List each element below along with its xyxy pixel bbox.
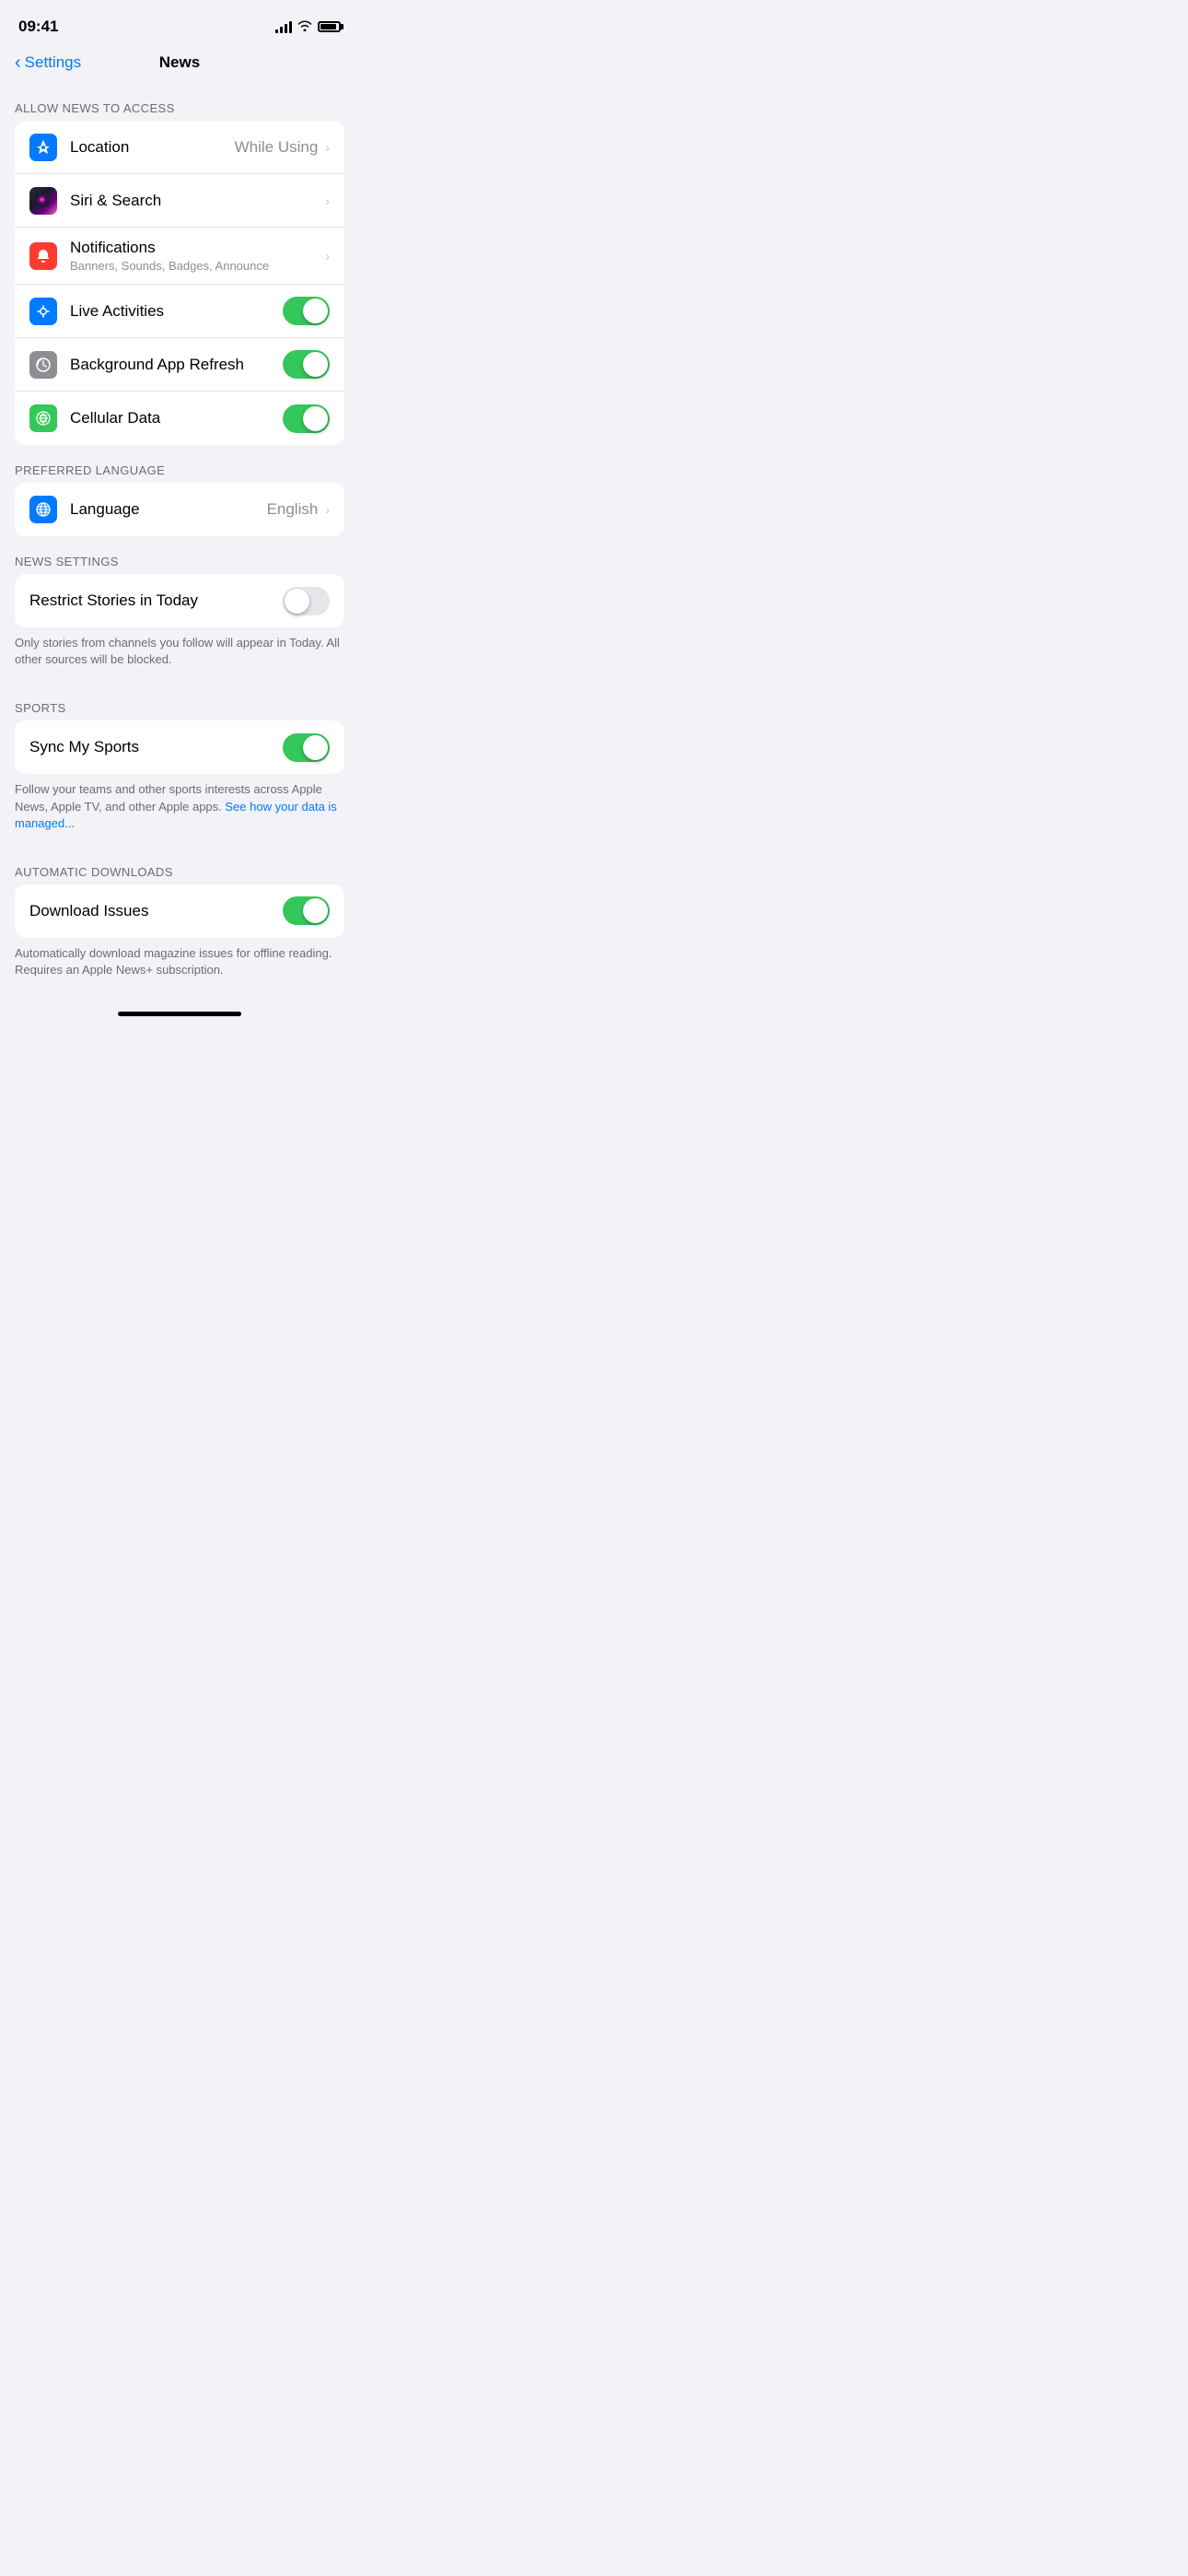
sports-info: Follow your teams and other sports inter… (0, 774, 359, 847)
notifications-right: › (323, 249, 330, 263)
location-title: Location (70, 138, 235, 157)
location-right: While Using › (235, 138, 330, 157)
nav-header: ‹ Settings News (0, 46, 359, 83)
live-activities-icon (29, 298, 57, 325)
cellular-data-toggle[interactable] (283, 404, 330, 433)
location-chevron: › (325, 140, 330, 155)
background-refresh-title: Background App Refresh (70, 356, 283, 374)
language-value: English (267, 500, 319, 519)
status-time: 09:41 (18, 18, 58, 36)
language-group: Language English › (15, 483, 344, 536)
download-issues-content: Download Issues (29, 902, 283, 920)
download-issues-toggle[interactable] (283, 896, 330, 925)
back-chevron-icon: ‹ (15, 53, 21, 72)
status-bar: 09:41 (0, 0, 359, 46)
live-activities-content: Live Activities (70, 302, 283, 321)
notifications-chevron: › (325, 249, 330, 263)
language-content: Language (70, 500, 267, 519)
download-issues-row[interactable]: Download Issues (15, 884, 344, 938)
back-button[interactable]: ‹ Settings (15, 53, 81, 72)
live-activities-toggle[interactable] (283, 297, 330, 325)
location-icon (29, 134, 57, 161)
cellular-data-title: Cellular Data (70, 409, 283, 427)
notifications-title: Notifications (70, 239, 323, 257)
sync-sports-content: Sync My Sports (29, 738, 283, 756)
news-settings-info: Only stories from channels you follow wi… (0, 627, 359, 683)
status-icons (275, 19, 341, 34)
language-right: English › (267, 500, 330, 519)
siri-title: Siri & Search (70, 192, 323, 210)
battery-icon (318, 21, 341, 32)
location-value: While Using (235, 138, 319, 157)
home-bar (118, 1012, 241, 1016)
page-title: News (159, 53, 200, 72)
notifications-row[interactable]: Notifications Banners, Sounds, Badges, A… (15, 228, 344, 285)
cellular-data-icon (29, 404, 57, 432)
restrict-stories-toggle[interactable] (283, 587, 330, 615)
download-issues-title: Download Issues (29, 902, 283, 920)
section-language-header: PREFERRED LANGUAGE (0, 445, 359, 483)
notifications-subtitle: Banners, Sounds, Badges, Announce (70, 259, 323, 273)
location-row[interactable]: Location While Using › (15, 121, 344, 174)
language-title: Language (70, 500, 267, 519)
language-row[interactable]: Language English › (15, 483, 344, 536)
section-news-settings-header: NEWS SETTINGS (0, 536, 359, 574)
sync-sports-row[interactable]: Sync My Sports (15, 720, 344, 774)
sync-sports-toggle[interactable] (283, 733, 330, 762)
allow-access-group: Location While Using › Siri & Search (15, 121, 344, 445)
siri-row[interactable]: Siri & Search › (15, 174, 344, 228)
background-refresh-row[interactable]: Background App Refresh (15, 338, 344, 392)
back-label: Settings (25, 53, 81, 72)
background-refresh-icon (29, 351, 57, 379)
restrict-stories-title: Restrict Stories in Today (29, 591, 283, 610)
restrict-stories-content: Restrict Stories in Today (29, 591, 283, 610)
location-content: Location (70, 138, 235, 157)
siri-right: › (323, 193, 330, 208)
live-activities-row[interactable]: Live Activities (15, 285, 344, 338)
siri-content: Siri & Search (70, 192, 323, 210)
section-downloads-header: AUTOMATIC DOWNLOADS (0, 847, 359, 884)
notifications-content: Notifications Banners, Sounds, Badges, A… (70, 239, 323, 273)
signal-icon (275, 20, 292, 33)
downloads-group: Download Issues (15, 884, 344, 938)
notifications-icon (29, 242, 57, 270)
downloads-info: Automatically download magazine issues f… (0, 938, 359, 993)
siri-icon (29, 187, 57, 215)
background-refresh-content: Background App Refresh (70, 356, 283, 374)
cellular-data-row[interactable]: Cellular Data (15, 392, 344, 445)
news-settings-group: Restrict Stories in Today (15, 574, 344, 627)
wifi-icon (297, 19, 312, 34)
sync-sports-title: Sync My Sports (29, 738, 283, 756)
restrict-stories-row[interactable]: Restrict Stories in Today (15, 574, 344, 627)
home-indicator (0, 993, 359, 1025)
cellular-data-content: Cellular Data (70, 409, 283, 427)
siri-chevron: › (325, 193, 330, 208)
language-chevron: › (325, 502, 330, 517)
live-activities-title: Live Activities (70, 302, 283, 321)
section-sports-header: SPORTS (0, 683, 359, 720)
section-allow-access-header: ALLOW NEWS TO ACCESS (0, 83, 359, 121)
sports-group: Sync My Sports (15, 720, 344, 774)
language-icon (29, 496, 57, 523)
background-refresh-toggle[interactable] (283, 350, 330, 379)
